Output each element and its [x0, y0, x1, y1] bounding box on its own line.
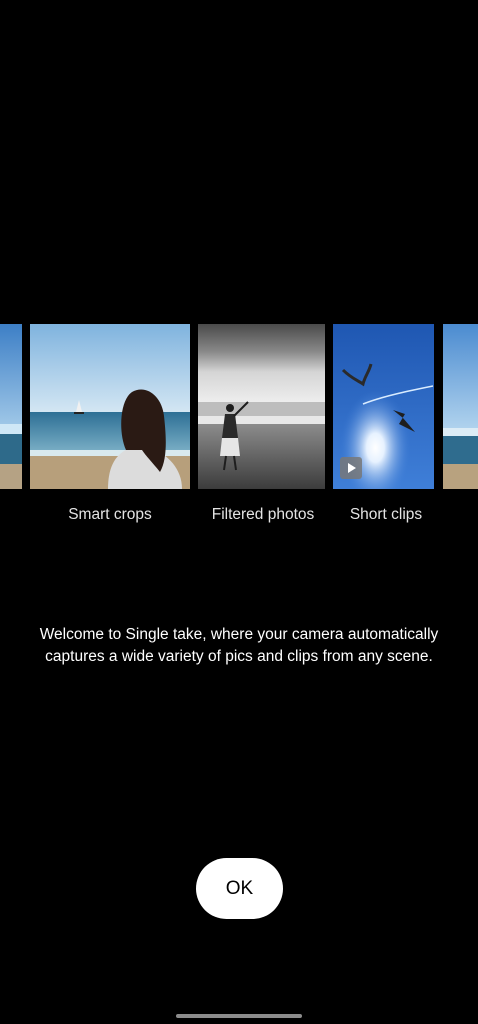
thumbnail-smart-crops[interactable]	[30, 324, 190, 489]
thumbnail-short-clips[interactable]	[333, 324, 434, 489]
single-take-preview-carousel[interactable]	[0, 324, 478, 489]
label-smart-crops: Smart crops	[68, 506, 152, 523]
welcome-message: Welcome to Single take, where your camer…	[39, 626, 439, 665]
thumbnail-filtered-photos[interactable]	[198, 324, 325, 489]
thumbnail-partial-left	[0, 324, 22, 489]
play-icon[interactable]	[340, 457, 362, 479]
home-indicator[interactable]	[176, 1014, 302, 1018]
ok-button[interactable]: OK	[196, 858, 283, 919]
thumbnail-partial-right	[443, 324, 478, 489]
label-filtered-photos: Filtered photos	[211, 506, 315, 523]
label-short-clips: Short clips	[349, 506, 423, 523]
